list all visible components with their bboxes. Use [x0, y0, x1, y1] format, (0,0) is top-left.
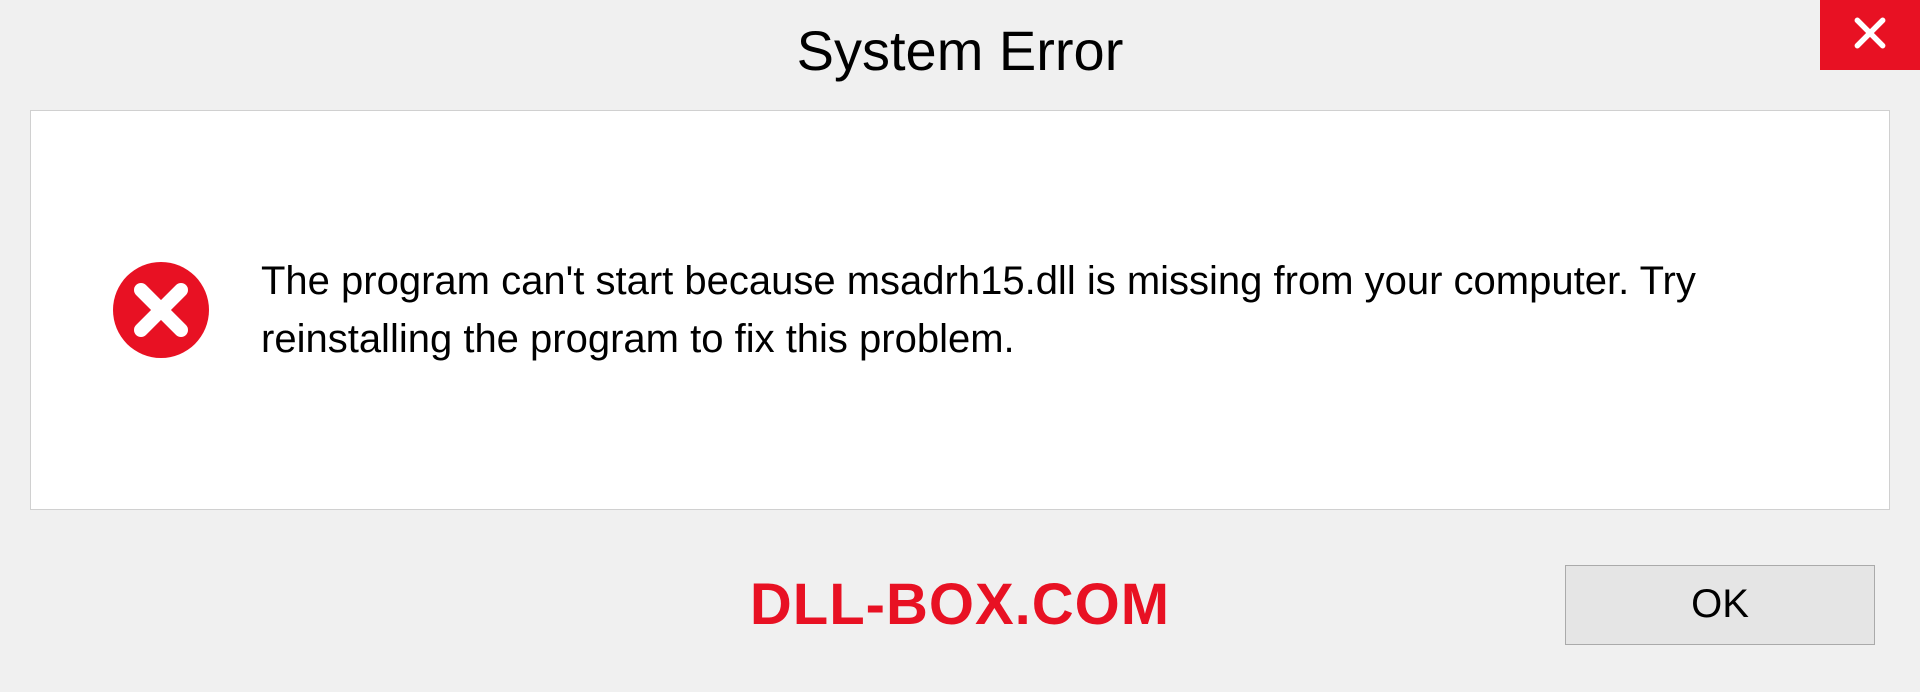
close-icon	[1851, 14, 1889, 57]
error-message: The program can't start because msadrh15…	[261, 252, 1809, 368]
dialog-title: System Error	[797, 18, 1124, 83]
watermark-text: DLL-BOX.COM	[750, 571, 1170, 638]
dialog-content: The program can't start because msadrh15…	[30, 110, 1890, 510]
ok-button[interactable]: OK	[1565, 565, 1875, 645]
close-button[interactable]	[1820, 0, 1920, 70]
title-bar: System Error	[0, 0, 1920, 100]
error-icon	[111, 260, 211, 360]
dialog-footer: DLL-BOX.COM OK	[0, 517, 1920, 692]
error-dialog: System Error The program can't start bec…	[0, 0, 1920, 692]
